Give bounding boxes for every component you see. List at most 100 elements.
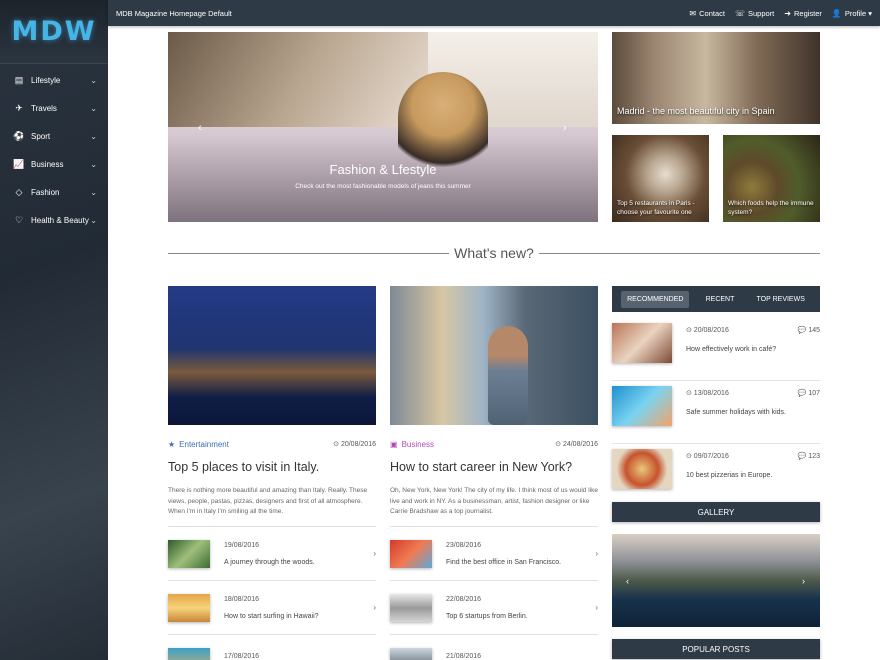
chevron-right-icon: › xyxy=(373,603,376,612)
list-title: Find the best office in San Francisco. xyxy=(446,558,562,566)
list-thumbnail xyxy=(612,386,672,426)
section-title: What's new? xyxy=(454,245,534,261)
recommended-list: ⊙ 20/08/2016 💬 145 How effectively work i… xyxy=(612,318,820,507)
tab-recent[interactable]: RECENT xyxy=(700,291,741,308)
sidebar-item-travels[interactable]: ✈ Travels ⌄ xyxy=(0,94,108,122)
list-item[interactable]: 19/08/2016 A journey through the woods. › xyxy=(168,526,376,580)
list-date: 19/08/2016 xyxy=(224,541,260,549)
list-date: ⊙ 20/08/2016 xyxy=(686,327,729,334)
list-item[interactable]: 21/08/2016 xyxy=(390,634,598,660)
article-excerpt: Oh, New York, New York! The city of my l… xyxy=(390,487,598,516)
article-excerpt: There is nothing more beautiful and amaz… xyxy=(168,487,368,516)
support-link[interactable]: ☏ Support xyxy=(735,9,774,18)
sidebar-item-fashion[interactable]: ◇ Fashion ⌄ xyxy=(0,178,108,206)
article-title[interactable]: Top 5 places to visit in Italy. xyxy=(168,460,378,474)
sidebar-item-label: Fashion xyxy=(31,187,60,197)
profile-label: Profile ▾ xyxy=(844,8,872,18)
chevron-down-icon: ⌄ xyxy=(90,131,97,141)
list-thumbnail xyxy=(390,593,432,622)
gallery-carousel[interactable]: ‹ › xyxy=(612,534,820,627)
hero-title: Fashion & Lfestyle xyxy=(329,162,437,177)
support-icon: ☏ xyxy=(734,8,745,18)
contact-link[interactable]: ✉ Contact xyxy=(689,9,725,18)
category-link[interactable]: ★ Entertainment xyxy=(168,440,333,449)
list-title: A journey through the woods. xyxy=(224,558,315,566)
article-title[interactable]: How to start career in New York? xyxy=(390,460,600,474)
sidebar-item-label: Travels xyxy=(31,103,57,113)
sidebar-item-lifestyle[interactable]: ▤ Lifestyle ⌄ xyxy=(0,66,108,94)
list-item[interactable]: ⊙ 20/08/2016 💬 145 How effectively work i… xyxy=(612,318,820,381)
list-title: Safe summer holidays with kids. xyxy=(686,409,786,416)
list-item[interactable]: 17/08/2016 xyxy=(168,634,376,660)
carousel-prev-icon[interactable]: ‹ xyxy=(198,122,202,134)
comment-count: 💬 123 xyxy=(797,453,820,460)
chart-icon: 📈 xyxy=(13,158,25,169)
popular-posts-header[interactable]: POPULAR POSTS xyxy=(612,639,820,659)
tab-recommended[interactable]: RECOMMENDED xyxy=(621,290,690,308)
profile-dropdown[interactable]: 👤 Profile ▾ xyxy=(832,9,872,18)
article-meta: ▣ Business ⊙ 24/08/2016 xyxy=(390,438,598,450)
lifestyle-icon: ▤ xyxy=(14,74,24,85)
category-label: Business xyxy=(401,439,435,449)
comment-count: 💬 107 xyxy=(797,390,820,397)
tabs-bar: RECOMMENDED RECENT TOP REVIEWS xyxy=(612,286,820,312)
chevron-down-icon: ⌄ xyxy=(90,103,97,113)
featured-tile-paris[interactable]: Top 5 restaurants in Paris - choose your… xyxy=(612,135,709,222)
sidebar-item-label: Lifestyle xyxy=(31,75,61,85)
list-thumbnail xyxy=(612,323,672,363)
tab-top-reviews[interactable]: TOP REVIEWS xyxy=(751,291,811,308)
list-thumbnail xyxy=(168,647,210,660)
list-item[interactable]: 22/08/2016 Top 6 startups from Berlin. › xyxy=(390,580,598,634)
article-image-italy[interactable] xyxy=(168,286,376,425)
sign-in-icon: ➜ xyxy=(784,8,791,18)
list-thumbnail xyxy=(612,449,672,489)
article-image-person xyxy=(488,326,528,425)
featured-tile-food[interactable]: Which foods help the immune system? xyxy=(723,135,820,222)
heart-icon: ♡ xyxy=(14,214,24,225)
article-date: ⊙ 24/08/2016 xyxy=(555,441,598,448)
chevron-right-icon: › xyxy=(595,603,598,612)
category-link[interactable]: ▣ Business xyxy=(390,440,555,449)
user-icon: 👤 xyxy=(831,8,842,18)
envelope-icon: ✉ xyxy=(689,8,697,18)
list-item[interactable]: 18/08/2016 How to start surfing in Hawaii… xyxy=(168,580,376,634)
tile-caption: Madrid - the most beautiful city in Spai… xyxy=(617,106,775,117)
hero-carousel[interactable]: ‹ › Fashion & Lfestyle Check out the mos… xyxy=(168,32,598,222)
star-icon: ★ xyxy=(168,439,176,449)
article-image-new-york[interactable] xyxy=(390,286,598,425)
contact-label: Contact xyxy=(699,8,725,18)
sidebar-menu: ▤ Lifestyle ⌄ ✈ Travels ⌄ ⚽ Sport ⌄ 📈 Bu… xyxy=(0,66,108,234)
sidebar-item-sport[interactable]: ⚽ Sport ⌄ xyxy=(0,122,108,150)
sidebar-item-business[interactable]: 📈 Business ⌄ xyxy=(0,150,108,178)
chevron-down-icon: ⌄ xyxy=(90,215,97,225)
featured-tile-madrid[interactable]: Madrid - the most beautiful city in Spai… xyxy=(612,32,820,124)
related-list: 19/08/2016 A journey through the woods. ›… xyxy=(168,526,376,660)
hero-shade xyxy=(168,32,598,222)
chevron-right-icon: › xyxy=(595,549,598,558)
plane-icon: ✈ xyxy=(15,102,23,113)
sidebar-item-label: Health & Beauty xyxy=(31,215,89,225)
gallery-header[interactable]: GALLERY xyxy=(612,502,820,522)
list-item[interactable]: ⊙ 13/08/2016 💬 107 Safe summer holidays w… xyxy=(612,381,820,444)
chevron-down-icon: ⌄ xyxy=(90,187,97,197)
list-item[interactable]: ⊙ 09/07/2016 💬 123 10 best pizzerias in E… xyxy=(612,444,820,507)
sidebar-item-health-beauty[interactable]: ♡ Health & Beauty ⌄ xyxy=(0,206,108,234)
support-label: Support xyxy=(748,8,775,18)
list-date: ⊙ 13/08/2016 xyxy=(686,390,729,397)
tile-caption: Top 5 restaurants in Paris - choose your… xyxy=(617,199,695,216)
gallery-next-icon[interactable]: › xyxy=(802,576,805,586)
logo[interactable]: MDW xyxy=(11,16,96,47)
list-item[interactable]: 23/08/2016 Find the best office in San Fr… xyxy=(390,526,598,580)
carousel-next-icon[interactable]: › xyxy=(563,122,567,134)
list-date: ⊙ 09/07/2016 xyxy=(686,453,729,460)
gallery-prev-icon[interactable]: ‹ xyxy=(626,576,629,586)
register-link[interactable]: ➜ Register xyxy=(784,9,822,18)
chevron-down-icon: ⌄ xyxy=(90,159,97,169)
register-label: Register xyxy=(793,8,822,18)
section-heading: What's new? xyxy=(168,243,820,263)
list-date: 21/08/2016 xyxy=(446,653,482,660)
list-title: 10 best pizzerias in Europe. xyxy=(686,472,773,479)
chevron-down-icon: ⌄ xyxy=(90,75,97,85)
list-thumbnail xyxy=(168,593,210,622)
logo-container[interactable]: MDW xyxy=(0,0,108,64)
